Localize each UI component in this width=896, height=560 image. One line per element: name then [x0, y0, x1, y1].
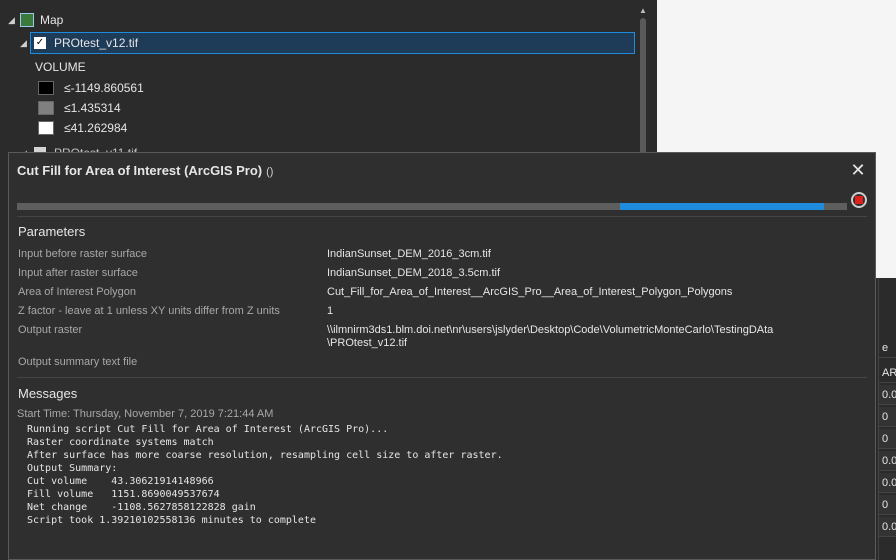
layer-visibility-checkbox[interactable]: ✓ — [34, 37, 46, 49]
legend-item: ≤1.435314 — [38, 98, 121, 118]
param-label: Area of Interest Polygon — [18, 286, 137, 298]
dialog-title-text: Cut Fill for Area of Interest (ArcGIS Pr… — [17, 163, 263, 178]
divider — [17, 377, 867, 378]
scroll-up-arrow-icon[interactable]: ▲ — [638, 6, 648, 16]
divider — [17, 216, 867, 217]
legend-swatch — [38, 81, 54, 95]
legend-label: ≤41.262984 — [64, 121, 128, 135]
param-value: Cut_Fill_for_Area_of_Interest__ArcGIS_Pr… — [327, 286, 733, 298]
parameters-heading: Parameters — [18, 224, 86, 239]
table-cell[interactable]: 0 — [879, 495, 896, 515]
table-cell[interactable]: 0.0 — [879, 451, 896, 471]
param-value: IndianSunset_DEM_2018_3.5cm.tif — [327, 267, 501, 279]
table-cell[interactable]: 0 — [879, 429, 896, 449]
stop-button[interactable] — [851, 192, 867, 208]
param-value-continued: \PROtest_v12.tif — [327, 337, 408, 349]
param-label: Input after raster surface — [18, 267, 138, 279]
param-value: 1 — [327, 305, 334, 317]
map-icon — [20, 13, 34, 27]
param-label: Input before raster surface — [18, 248, 148, 260]
progress-bar — [17, 203, 847, 210]
messages-log: Running script Cut Fill for Area of Inte… — [27, 424, 503, 526]
param-value: IndianSunset_DEM_2016_3cm.tif — [327, 248, 491, 260]
table-column-header[interactable]: AR — [879, 363, 896, 383]
legend-label: ≤1.435314 — [64, 101, 121, 115]
symbology-heading: VOLUME — [35, 60, 86, 74]
contents-scrollbar[interactable]: ▲ — [638, 6, 648, 158]
map-row[interactable]: ◢ Map — [8, 10, 63, 30]
progress-bar-fill — [619, 203, 824, 210]
table-cell[interactable]: 0.0 — [879, 385, 896, 405]
legend-swatch — [38, 101, 54, 115]
param-value: \\ilmnirm3ds1.blm.doi.net\nr\users\jslyd… — [327, 324, 774, 336]
param-label: Output raster — [18, 324, 83, 336]
legend-item: ≤41.262984 — [38, 118, 127, 138]
scrollbar-thumb[interactable] — [640, 18, 646, 158]
dialog-title-suffix: () — [266, 166, 274, 178]
legend-label: ≤-1149.860561 — [64, 81, 144, 95]
map-label: Map — [40, 13, 64, 27]
collapse-arrow-icon[interactable]: ◢ — [8, 15, 20, 26]
collapse-arrow-icon[interactable]: ◢ — [20, 38, 34, 49]
contents-pane: ◢ Map ◢ ✓ PROtest_v12.tif VOLUME ≤-1149.… — [0, 0, 650, 160]
stop-icon — [855, 196, 863, 204]
param-label: Z factor - leave at 1 unless XY units di… — [18, 305, 280, 317]
legend-item: ≤-1149.860561 — [38, 78, 144, 98]
layer-name: PROtest_v12.tif — [54, 36, 139, 50]
geoprocessing-dialog: Cut Fill for Area of Interest (ArcGIS Pr… — [8, 152, 876, 560]
legend-swatch — [38, 121, 54, 135]
messages-heading: Messages — [18, 386, 78, 401]
table-header-partial[interactable]: e — [879, 338, 896, 358]
param-label: Output summary text file — [18, 356, 138, 368]
dialog-title: Cut Fill for Area of Interest (ArcGIS Pr… — [17, 163, 273, 178]
start-time: Start Time: Thursday, November 7, 2019 7… — [17, 408, 274, 420]
layer-row[interactable]: ◢ ✓ PROtest_v12.tif — [20, 33, 138, 53]
attribute-table-partial[interactable]: e AR 0.0 0 0 0.0 0.0 0 0.0 — [878, 278, 896, 560]
table-cell[interactable]: 0.0 — [879, 473, 896, 493]
table-cell[interactable]: 0.0 — [879, 517, 896, 537]
close-icon[interactable]: ✕ — [849, 161, 867, 179]
table-cell[interactable]: 0 — [879, 407, 896, 427]
